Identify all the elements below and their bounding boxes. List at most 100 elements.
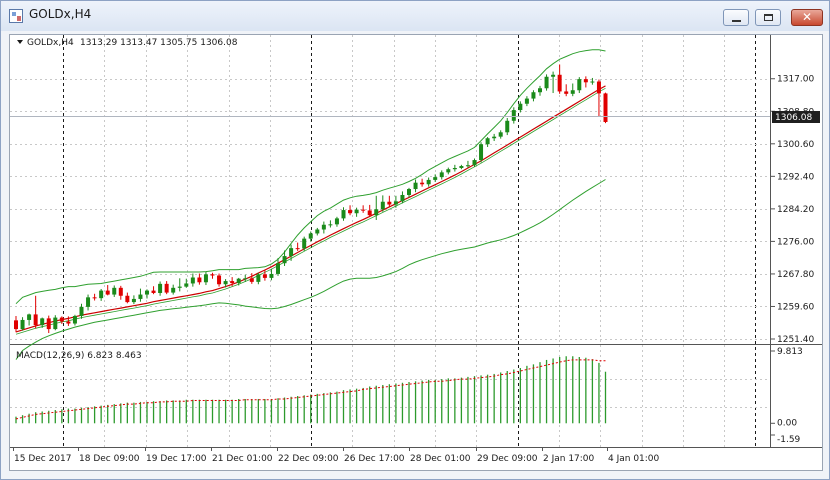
minimize-icon	[732, 20, 741, 22]
candle-bull	[53, 317, 58, 330]
time-axis-label: 18 Dec 09:00	[79, 454, 140, 464]
candle-bull	[177, 286, 182, 288]
candle-bull	[459, 166, 464, 169]
candle-bull	[452, 168, 457, 170]
candle-bull	[328, 224, 333, 226]
candle-bear	[420, 182, 425, 185]
candle-bull	[538, 88, 542, 93]
candle-bull	[72, 315, 77, 324]
candle-bear	[66, 321, 71, 324]
candle-bull	[112, 287, 117, 295]
candle-bull	[302, 238, 307, 249]
candle-bull	[99, 290, 104, 299]
price-tick-label: 1251.40	[777, 335, 814, 345]
candle-bull	[485, 138, 490, 145]
candle-bull	[171, 287, 176, 293]
candle-bull	[20, 319, 25, 330]
time-axis-label: 19 Dec 17:00	[146, 454, 207, 464]
candle-bear	[125, 295, 130, 303]
candle-bear	[295, 248, 300, 250]
candle-bull	[570, 90, 575, 94]
candle-bull	[380, 201, 385, 210]
candle-bear	[217, 275, 222, 285]
candle-bull	[518, 103, 523, 111]
candle-bull	[131, 298, 136, 303]
candle-bear	[46, 318, 51, 330]
candle-bull	[577, 79, 582, 91]
chart-window: GOLDx,H4 ✕ 1317.001308.801300.601292.401…	[0, 0, 830, 480]
candle-bull	[551, 74, 556, 77]
time-axis-label: 21 Dec 01:00	[212, 454, 273, 464]
candle-bull	[590, 81, 595, 83]
time-axis-label: 22 Dec 09:00	[278, 454, 339, 464]
chart-menu-triangle-icon[interactable]	[17, 40, 23, 44]
ohlc-values: 1313.29 1313.47 1305.75 1306.08	[80, 38, 238, 48]
maximize-button[interactable]	[755, 9, 781, 26]
macd-ticks: 9.813 0.00 -1.59	[770, 347, 803, 445]
price-tick-label: 1284.20	[777, 205, 814, 215]
candle-bear	[92, 297, 97, 299]
maximize-icon	[764, 14, 773, 21]
time-axis-labels: 15 Dec 2017 18 Dec 09:00 19 Dec 17:00 21 De…	[13, 447, 660, 464]
candle-bull	[505, 120, 510, 133]
candle-bull	[243, 278, 248, 280]
candle-bull	[236, 278, 241, 284]
close-button[interactable]: ✕	[791, 9, 823, 26]
candle-bull	[282, 256, 287, 264]
time-axis-label: 29 Dec 09:00	[477, 454, 538, 464]
candle-bull	[354, 209, 359, 214]
candle-bull	[479, 144, 484, 161]
candle-bull	[40, 318, 45, 326]
candle-bear	[210, 274, 215, 276]
candle-bull	[393, 201, 398, 205]
candle-bull	[86, 297, 91, 307]
time-axis-label: 28 Dec 01:00	[410, 454, 471, 464]
candle-bear	[603, 93, 608, 122]
candle-bear	[249, 278, 254, 282]
candle-bull	[531, 92, 536, 99]
candle-bear	[262, 274, 267, 278]
candle-bear	[557, 74, 562, 92]
candle-bull	[334, 218, 339, 225]
candle-bull	[465, 165, 470, 167]
macd-label: MACD(12,26,9) 6.823 8.463	[16, 351, 142, 361]
candle-bear	[367, 210, 372, 216]
chart-area[interactable]: 1317.001308.801300.601292.401284.201276.…	[9, 34, 823, 471]
price-chart-svg[interactable]: 1317.001308.801300.601292.401284.201276.…	[10, 35, 822, 470]
candle-bull	[308, 233, 313, 239]
candle-bear	[348, 210, 353, 214]
candle-bull	[276, 263, 280, 274]
candle-bull	[269, 273, 274, 278]
candle-bull	[289, 248, 294, 257]
price-tick-label: 1292.40	[777, 172, 814, 182]
candle-bull	[223, 281, 228, 285]
candle-bull	[446, 169, 451, 173]
candle-bear	[361, 209, 366, 211]
candle-bull	[145, 290, 149, 295]
candle-bear	[105, 290, 110, 295]
candle-bear	[197, 277, 202, 283]
candle-bear	[387, 201, 392, 205]
candle-bear	[230, 281, 235, 284]
time-axis-label: 15 Dec 2017	[14, 454, 72, 464]
candle-bull	[400, 194, 405, 202]
macd-tick-label: 9.813	[777, 347, 803, 357]
price-tick-label: 1276.00	[777, 237, 814, 247]
candle-bull	[138, 294, 143, 299]
candle-bull	[374, 209, 379, 216]
candle-bear	[164, 283, 169, 293]
candle-bull	[511, 110, 516, 121]
price-tick-label: 1300.60	[777, 140, 814, 150]
candle-bull	[492, 136, 497, 139]
candle-bull	[190, 277, 195, 284]
close-icon: ✕	[801, 10, 813, 24]
candle-bull	[315, 229, 320, 234]
macd-tick-label: -1.59	[777, 435, 801, 445]
minimize-button[interactable]	[723, 9, 749, 26]
candle-bull	[413, 182, 418, 190]
candle-bull	[524, 98, 529, 104]
title-bar[interactable]: GOLDx,H4 ✕	[1, 1, 829, 31]
candle-bear	[59, 317, 64, 322]
chart-window-icon	[9, 9, 23, 23]
candle-bull	[79, 306, 84, 316]
